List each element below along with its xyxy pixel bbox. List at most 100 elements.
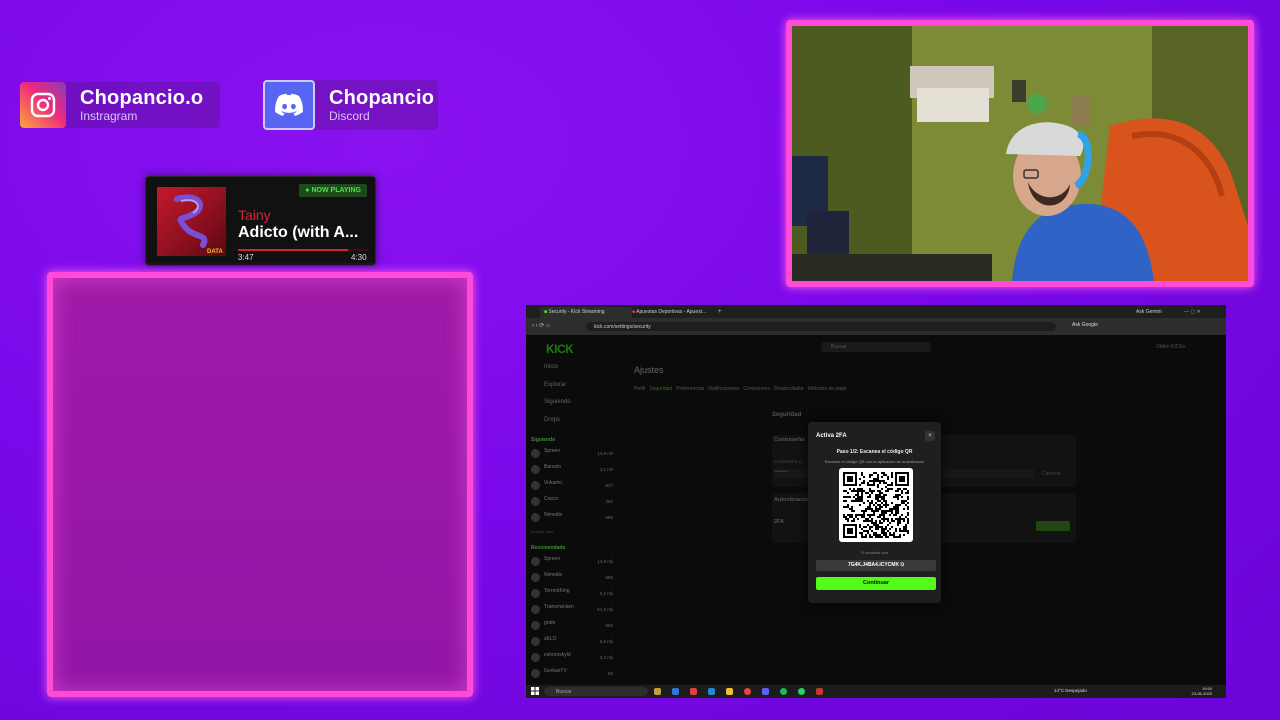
channel-avatar: [531, 481, 540, 490]
clock[interactable]: 19:50 23-06-2025: [1192, 686, 1212, 696]
file-explorer-icon[interactable]: [654, 688, 661, 695]
get-kicks-button[interactable]: Obtén KICKs: [1156, 344, 1185, 350]
discord-platform: Discord: [329, 109, 370, 123]
store-icon[interactable]: [690, 688, 697, 695]
progress-bar: [238, 249, 369, 251]
channel-viewers: 685: [605, 515, 613, 520]
channel-viewers: 384: [605, 499, 613, 504]
webcam-feed: [792, 26, 1248, 281]
settings-tab[interactable]: Preferencias: [676, 386, 704, 392]
settings-tab[interactable]: Métodos de pago: [808, 386, 847, 392]
following-heading: Siguiendo: [531, 437, 556, 443]
url-field[interactable]: kick.com/settings/security: [586, 322, 1056, 331]
channel-avatar: [531, 465, 540, 474]
song-title: Adicto (with A...: [238, 224, 359, 241]
channel-viewers: 5,2 mil: [599, 591, 613, 596]
channel-viewers: 3,1 mil: [599, 467, 613, 472]
activate-2fa-button[interactable]: Activar 2FA: [1036, 521, 1070, 531]
modal-close-button[interactable]: ×: [925, 431, 935, 441]
webcam-frame: [786, 20, 1254, 287]
site-search-input[interactable]: Buscar: [821, 342, 931, 352]
security-heading: Seguridad: [772, 412, 802, 418]
channel-name: TorrentKing: [544, 588, 570, 594]
weather-widget[interactable]: 14°C Despejado: [1054, 688, 1087, 693]
channel-viewers: 685: [605, 575, 613, 580]
new-tab-button[interactable]: +: [714, 307, 726, 318]
channel-name: Nimedio: [544, 512, 563, 518]
change-password-button[interactable]: Cambiar: [1042, 471, 1061, 477]
settings-tab[interactable]: Conexiones: [743, 386, 769, 392]
channel-name: Barcelo: [544, 464, 561, 470]
instagram-platform: Instragram: [80, 109, 138, 123]
ask-google-button[interactable]: Ask Google: [1072, 322, 1098, 328]
channel-name: eshoroskyld: [544, 652, 571, 658]
mail-icon[interactable]: [708, 688, 715, 695]
copy-icon[interactable]: ⧉: [900, 562, 904, 568]
auth-heading: Autenticación: [774, 497, 811, 503]
discord-taskbar-icon[interactable]: [762, 688, 769, 695]
secret-code: 7G4K.J4BA4.ICYCMK: [847, 562, 900, 568]
cover-text: DATA: [207, 249, 223, 255]
settings-tab[interactable]: Notificaciones: [708, 386, 739, 392]
channel-avatar: [531, 557, 540, 566]
channel-viewers: 3,3 mil: [599, 655, 613, 660]
recommended-channel[interactable]: zELO 5,6 mil: [531, 635, 615, 649]
recommended-heading: Recomendado: [531, 545, 566, 551]
channel-avatar: [531, 605, 540, 614]
edge-icon[interactable]: [672, 688, 679, 695]
recommended-channel[interactable]: eshoroskyld 3,3 mil: [531, 651, 615, 665]
settings-tab[interactable]: Perfil: [634, 386, 645, 392]
album-cover: DATA: [157, 187, 226, 256]
nav-inicio[interactable]: Inicio: [544, 364, 558, 370]
ask-gemini-button[interactable]: Ask Gemini: [1132, 307, 1166, 318]
channel-viewers: 827: [605, 483, 613, 488]
taskbar: Buscar 14°C Despejado 19:50 23-06-2025: [526, 685, 1226, 698]
channel-viewers: 592: [605, 623, 613, 628]
following-channel[interactable]: Spreen 14,8 mil: [531, 447, 615, 461]
nav-siguiendo[interactable]: Siguiendo: [544, 399, 571, 405]
channel-avatar: [531, 653, 540, 662]
recommended-channel[interactable]: grafo 592: [531, 619, 615, 633]
windows-start-icon[interactable]: [531, 687, 539, 695]
password-heading: Contraseña: [774, 437, 805, 443]
settings-tab[interactable]: Desarrollador: [774, 386, 804, 392]
window-controls[interactable]: — ▢ ✕: [1180, 307, 1205, 318]
following-channel[interactable]: Barcelo 3,1 mil: [531, 463, 615, 477]
whatsapp-icon[interactable]: [798, 688, 805, 695]
following-channel[interactable]: Vokamo 827: [531, 479, 615, 493]
kick-logo[interactable]: KICK: [546, 342, 574, 356]
channel-name: grafo: [544, 620, 556, 626]
channel-avatar: [531, 513, 540, 522]
channel-name: Nimedio: [544, 572, 563, 578]
secret-code-field[interactable]: 7G4K.J4BA4.ICYCMK ⧉: [816, 560, 936, 571]
chrome-icon[interactable]: [744, 688, 751, 695]
recommended-channel[interactable]: Spreen 14,8 mil: [531, 555, 615, 569]
continue-button[interactable]: Continuar: [816, 577, 936, 590]
spotify-icon[interactable]: [780, 688, 787, 695]
tab-apuestas[interactable]: ■ Apuestas Deportivas - Apuest...: [628, 307, 716, 318]
now-playing-widget: DATA ● NOW PLAYING Tainy Adicto (with A.…: [145, 176, 376, 266]
instagram-card: Chopancio.o Instragram: [20, 82, 220, 128]
show-more-link[interactable]: Mostrar más: [531, 529, 553, 534]
following-channel[interactable]: Nimedio 685: [531, 511, 615, 525]
settings-tab[interactable]: Seguridad: [649, 386, 672, 392]
following-channel[interactable]: Cosco 384: [531, 495, 615, 509]
recommended-channel[interactable]: Nimedio 685: [531, 571, 615, 585]
tab-security[interactable]: ■ Security - Kick Streaming: [540, 307, 632, 318]
page-title: Ajustes: [634, 365, 664, 375]
recommended-channel[interactable]: GorkaoTV 82: [531, 667, 615, 681]
channel-name: zELO: [544, 636, 557, 642]
qr-code: [839, 468, 913, 542]
app-icon[interactable]: [816, 688, 823, 695]
twofa-label: 2FA: [774, 519, 785, 525]
channel-avatar: [531, 637, 540, 646]
recommended-channel[interactable]: Trainerwcken 51,9 mil: [531, 603, 615, 617]
nav-explorar[interactable]: Explorar: [544, 382, 566, 388]
folder-icon[interactable]: [726, 688, 733, 695]
channel-name: Spreen: [544, 448, 561, 454]
taskbar-search[interactable]: Buscar: [544, 687, 648, 696]
recommended-channel[interactable]: TorrentKing 5,2 mil: [531, 587, 615, 601]
discord-card: Chopancio Discord: [263, 80, 438, 130]
nav-drops[interactable]: Drops: [544, 417, 560, 423]
nav-arrows-icon[interactable]: ‹ › ⟳ ⌂: [532, 322, 550, 329]
